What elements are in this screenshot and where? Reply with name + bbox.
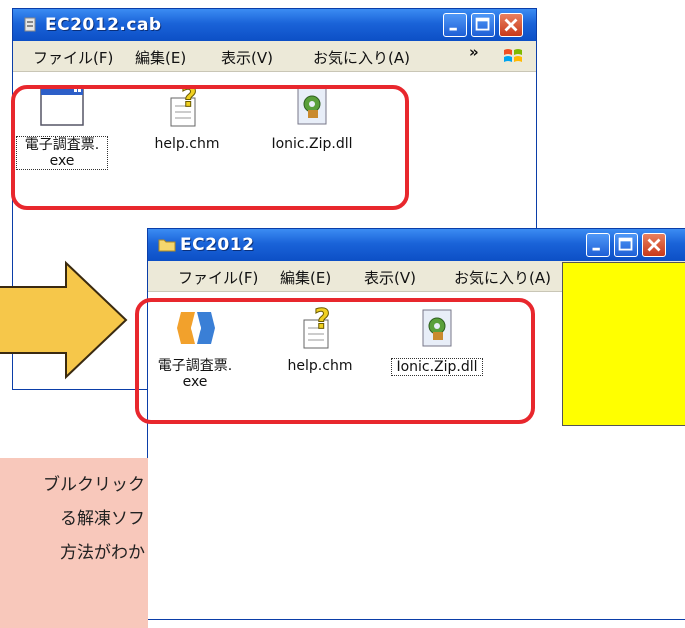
note-line: る解凍ソフ: [60, 509, 145, 529]
right-arrow-icon: [0, 260, 128, 380]
menu-file[interactable]: ファイル(F): [178, 267, 258, 288]
maximize-button[interactable]: [471, 13, 495, 37]
menu-more-chevron-icon[interactable]: »: [469, 43, 479, 61]
menu-edit[interactable]: 編集(E): [280, 267, 331, 288]
menu-file[interactable]: ファイル(F): [33, 47, 113, 68]
windows-logo-icon: [504, 49, 522, 62]
maximize-icon: [618, 237, 633, 251]
menu-view[interactable]: 表示(V): [364, 267, 416, 288]
minimize-icon: [449, 27, 457, 31]
window-title: EC2012: [180, 235, 255, 255]
maximize-icon: [475, 17, 490, 31]
close-icon: [647, 238, 661, 252]
close-icon: [504, 18, 518, 32]
maximize-button[interactable]: [614, 233, 638, 257]
instruction-note: ブルクリック る解凍ソフ 方法がわか: [0, 458, 148, 628]
minimize-button[interactable]: [586, 233, 610, 257]
menu-bar: ファイル(F) 編集(E) 表示(V) お気に入り(A) »: [13, 41, 536, 72]
close-button[interactable]: [642, 233, 666, 257]
menu-favorites[interactable]: お気に入り(A): [454, 267, 551, 288]
title-bar[interactable]: EC2012: [148, 229, 685, 261]
minimize-icon: [592, 247, 600, 251]
title-bar[interactable]: EC2012.cab: [13, 9, 536, 41]
menu-edit[interactable]: 編集(E): [135, 47, 186, 68]
note-line: 方法がわか: [60, 543, 145, 563]
files-highlight-box: [135, 298, 535, 424]
files-highlight-box: [11, 85, 409, 210]
close-button[interactable]: [499, 13, 523, 37]
yellow-overlay-box: [562, 262, 685, 426]
menu-favorites[interactable]: お気に入り(A): [313, 47, 410, 68]
note-line: ブルクリック: [43, 475, 145, 495]
folder-icon: [158, 239, 176, 252]
cab-file-icon: [24, 17, 36, 32]
window-title: EC2012.cab: [45, 15, 162, 35]
minimize-button[interactable]: [443, 13, 467, 37]
menu-view[interactable]: 表示(V): [221, 47, 273, 68]
